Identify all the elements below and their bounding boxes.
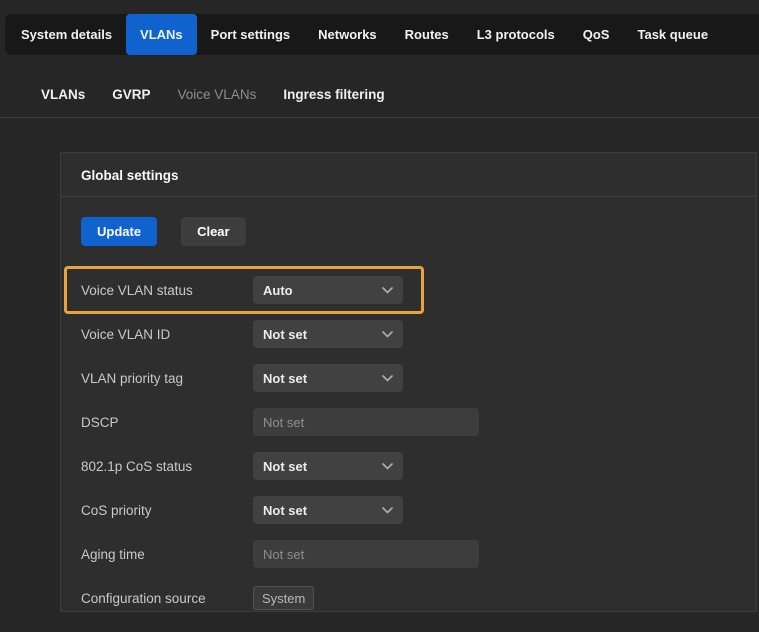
chevron-down-icon bbox=[382, 507, 393, 514]
clear-button[interactable]: Clear bbox=[181, 217, 246, 246]
form-row-dscp: DSCP bbox=[81, 408, 736, 436]
select-value: Not set bbox=[263, 371, 307, 386]
tab-networks[interactable]: Networks bbox=[304, 14, 391, 55]
cos-priority-select[interactable]: Not set bbox=[253, 496, 403, 524]
subtab-voice-vlans[interactable]: Voice VLANs bbox=[178, 87, 257, 102]
select-value: Not set bbox=[263, 327, 307, 342]
cos-priority-label: CoS priority bbox=[81, 503, 253, 518]
configuration-source-badge: System bbox=[253, 586, 314, 610]
chevron-down-icon bbox=[382, 463, 393, 470]
cos-status-select[interactable]: Not set bbox=[253, 452, 403, 480]
dscp-label: DSCP bbox=[81, 415, 253, 430]
form-row-configuration-source: Configuration source System bbox=[81, 584, 736, 612]
form-row-voice-vlan-id: Voice VLAN ID Not set bbox=[81, 320, 736, 348]
tab-l3-protocols[interactable]: L3 protocols bbox=[463, 14, 569, 55]
global-settings-panel: Global settings Update Clear Voice VLAN … bbox=[60, 152, 757, 612]
vlan-priority-tag-select[interactable]: Not set bbox=[253, 364, 403, 392]
form-row-vlan-priority-tag: VLAN priority tag Not set bbox=[81, 364, 736, 392]
select-value: Not set bbox=[263, 503, 307, 518]
top-nav: System details VLANs Port settings Netwo… bbox=[5, 14, 759, 55]
tab-vlans[interactable]: VLANs bbox=[126, 14, 197, 55]
button-row: Update Clear bbox=[81, 217, 736, 246]
dscp-input[interactable] bbox=[253, 408, 479, 436]
chevron-down-icon bbox=[382, 287, 393, 294]
voice-vlan-status-label: Voice VLAN status bbox=[81, 283, 253, 298]
chevron-down-icon bbox=[382, 375, 393, 382]
select-value: Auto bbox=[263, 283, 293, 298]
panel-title: Global settings bbox=[61, 153, 756, 197]
tab-routes[interactable]: Routes bbox=[391, 14, 463, 55]
panel-body: Update Clear Voice VLAN status Auto Voic… bbox=[61, 197, 756, 632]
voice-vlan-id-label: Voice VLAN ID bbox=[81, 327, 253, 342]
subtab-ingress-filtering[interactable]: Ingress filtering bbox=[283, 87, 384, 102]
sub-nav: VLANs GVRP Voice VLANs Ingress filtering bbox=[41, 87, 385, 102]
tab-system-details[interactable]: System details bbox=[7, 14, 126, 55]
voice-vlan-id-select[interactable]: Not set bbox=[253, 320, 403, 348]
vlan-priority-tag-label: VLAN priority tag bbox=[81, 371, 253, 386]
form-row-aging-time: Aging time bbox=[81, 540, 736, 568]
tab-port-settings[interactable]: Port settings bbox=[197, 14, 304, 55]
update-button[interactable]: Update bbox=[81, 217, 157, 246]
tab-qos[interactable]: QoS bbox=[569, 14, 624, 55]
aging-time-label: Aging time bbox=[81, 547, 253, 562]
form-row-voice-vlan-status: Voice VLAN status Auto bbox=[81, 276, 736, 304]
aging-time-input[interactable] bbox=[253, 540, 479, 568]
form-row-cos-priority: CoS priority Not set bbox=[81, 496, 736, 524]
cos-status-label: 802.1p CoS status bbox=[81, 459, 253, 474]
divider bbox=[0, 117, 759, 118]
voice-vlan-status-select[interactable]: Auto bbox=[253, 276, 403, 304]
chevron-down-icon bbox=[382, 331, 393, 338]
form-row-cos-status: 802.1p CoS status Not set bbox=[81, 452, 736, 480]
subtab-vlans[interactable]: VLANs bbox=[41, 87, 85, 102]
tab-task-queue[interactable]: Task queue bbox=[623, 14, 722, 55]
select-value: Not set bbox=[263, 459, 307, 474]
configuration-source-label: Configuration source bbox=[81, 591, 253, 606]
subtab-gvrp[interactable]: GVRP bbox=[112, 87, 150, 102]
